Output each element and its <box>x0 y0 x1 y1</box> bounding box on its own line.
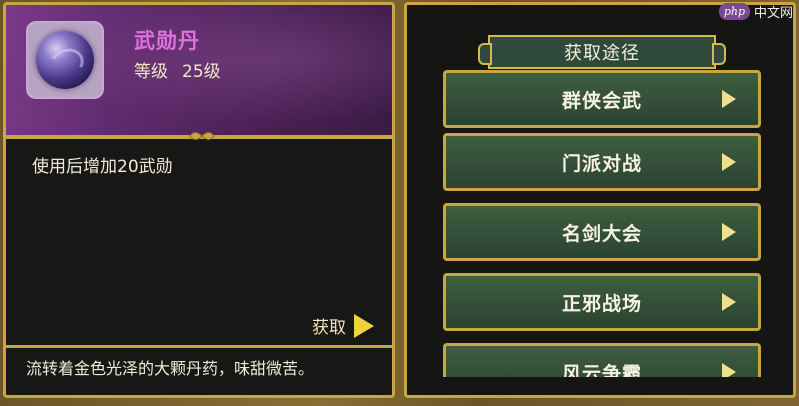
play-arrow-icon <box>354 313 374 338</box>
ornament-icon <box>189 132 215 140</box>
source-item[interactable]: 正邪战场 <box>443 273 761 331</box>
obtain-sources-panel: 群侠会武 门派对战 名剑大会 正邪战场 风云争霸 获取途径 <box>404 2 796 398</box>
arrow-right-icon <box>722 223 736 241</box>
obtain-label: 获取 <box>312 318 346 338</box>
source-item[interactable]: 群侠会武 <box>443 70 761 128</box>
pill-orb-icon <box>36 31 94 89</box>
item-detail-panel: 武勋丹 等级 25级 使用后增加20武勋 获取 流转着金色光泽的大颗丹药，味甜微苦… <box>3 2 395 398</box>
watermark: php 中文网 <box>718 2 793 21</box>
obtain-button[interactable]: 获取 <box>312 313 374 338</box>
watermark-text: 中文网 <box>753 6 793 21</box>
arrow-right-icon <box>722 363 736 377</box>
source-label: 正邪战场 <box>561 292 642 315</box>
level-value: 25级 <box>182 62 221 82</box>
source-item[interactable]: 名剑大会 <box>443 203 761 261</box>
flavor-divider <box>6 345 392 348</box>
item-name: 武勋丹 <box>134 29 200 53</box>
source-item[interactable]: 风云争霸 <box>443 343 761 377</box>
item-icon-frame <box>26 21 104 99</box>
source-label: 门派对战 <box>561 152 642 175</box>
item-flavor-text: 流转着金色光泽的大颗丹药，味甜微苦。 <box>26 359 315 378</box>
source-label: 名剑大会 <box>561 222 642 245</box>
arrow-right-icon <box>722 293 736 311</box>
source-item[interactable]: 门派对战 <box>443 133 761 191</box>
panel-title: 获取途径 <box>478 35 726 69</box>
item-effect: 使用后增加20武勋 <box>32 157 173 177</box>
item-level: 等级 25级 <box>134 57 235 82</box>
source-label: 风云争霸 <box>561 362 642 378</box>
arrow-right-icon <box>722 153 736 171</box>
level-label: 等级 <box>134 62 168 82</box>
source-label: 群侠会武 <box>561 89 642 112</box>
watermark-logo: php <box>718 3 750 20</box>
arrow-right-icon <box>722 90 736 108</box>
